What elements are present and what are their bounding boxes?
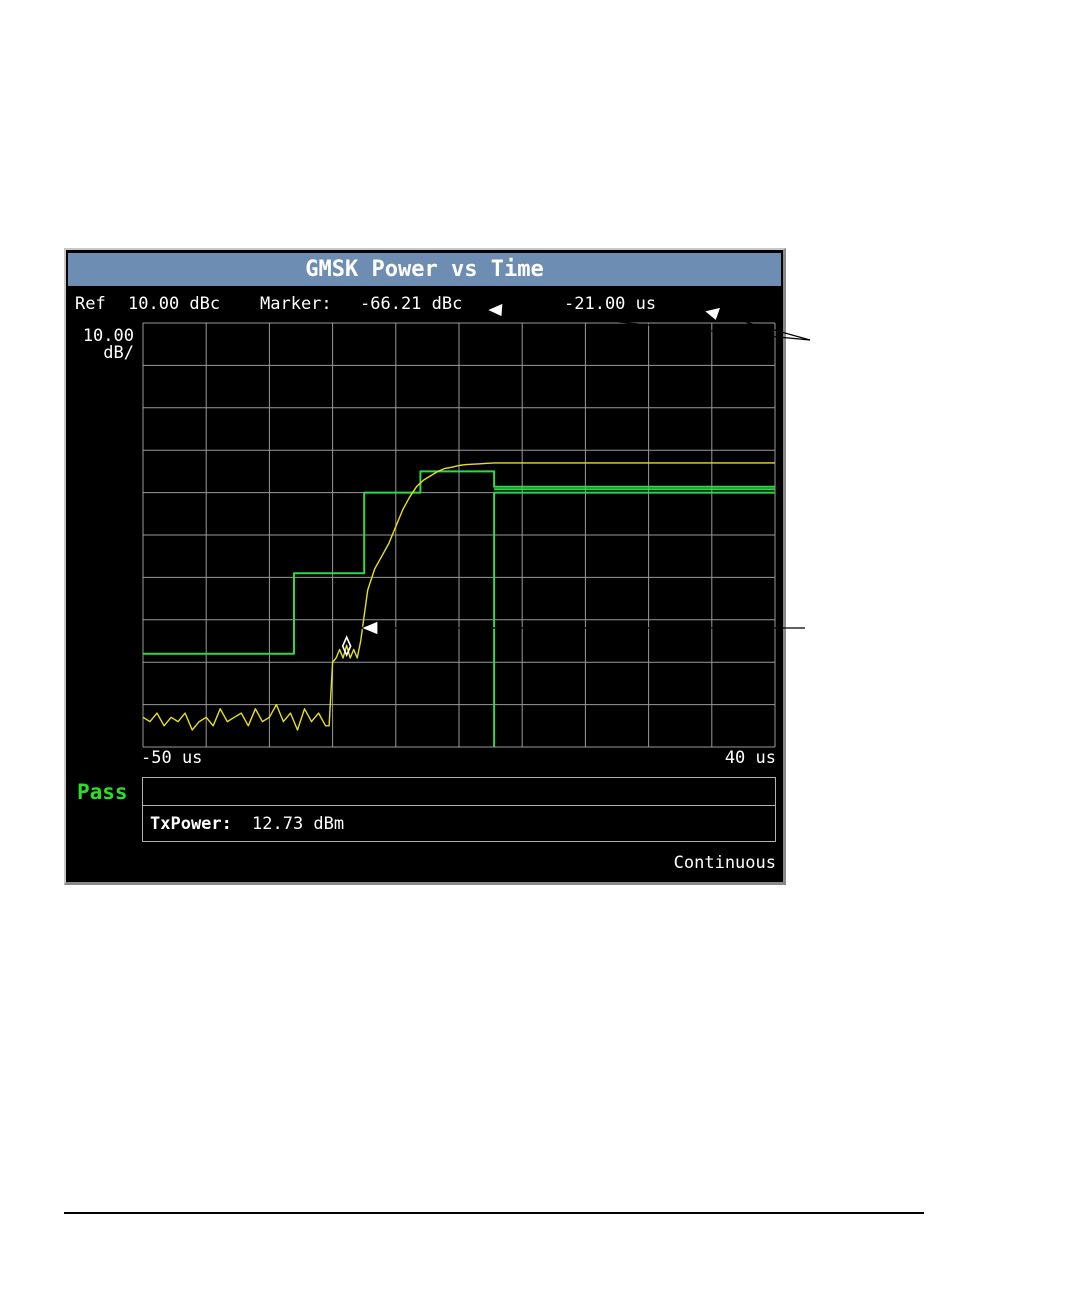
marker-symbol-callout [359,620,805,636]
callout-arrowhead-marker-symbol [359,620,379,636]
callout-arrowhead-marker-value [485,302,504,318]
callout-layer [359,302,811,636]
marker-readout-callout [485,302,811,341]
callout-arrowhead-marker-time [702,306,722,323]
callout-line-marker-value [489,309,811,341]
footer-rule [64,1212,924,1214]
